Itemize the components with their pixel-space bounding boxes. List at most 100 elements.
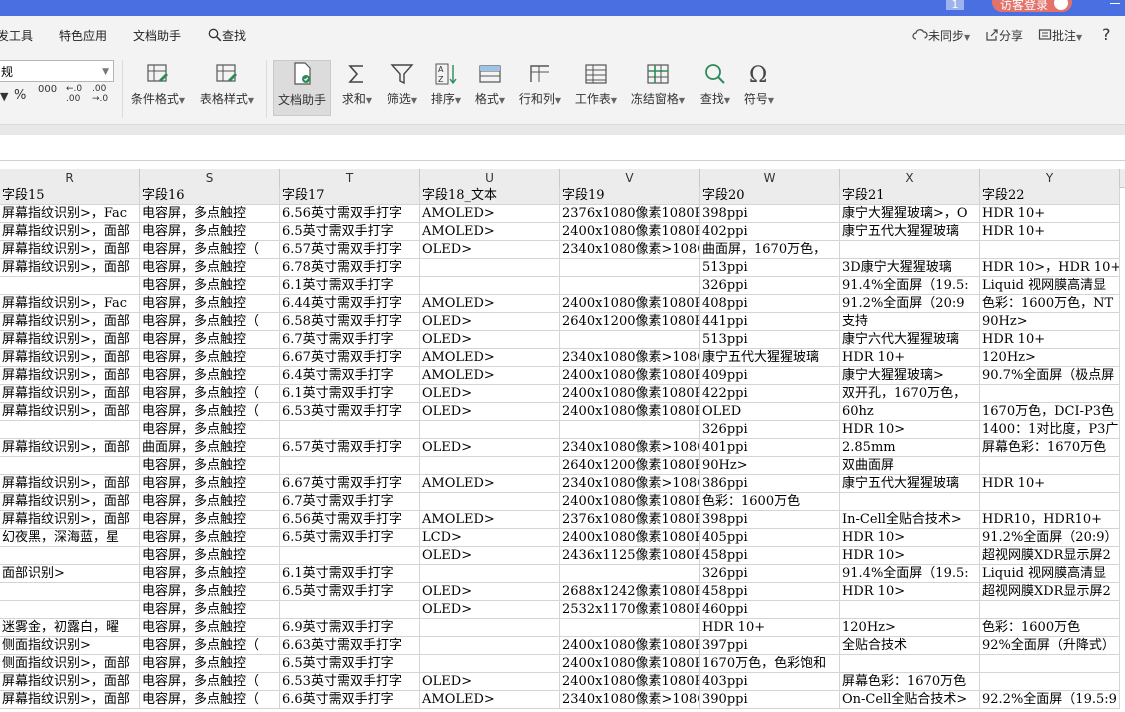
table-cell[interactable]: 侧面指纹识别>: [0, 637, 140, 655]
table-cell[interactable]: 6.58英寸需双手打字: [280, 313, 420, 331]
table-cell[interactable]: 屏幕指纹识别>，面部: [0, 223, 140, 241]
table-cell[interactable]: [280, 421, 420, 439]
table-cell[interactable]: [420, 619, 560, 637]
table-cell[interactable]: 色彩：1600万色，NT: [980, 295, 1120, 313]
table-cell[interactable]: HDR 10+: [980, 475, 1120, 493]
table-cell[interactable]: HDR 10>: [840, 583, 980, 601]
table-cell[interactable]: 电容屏，多点触控: [140, 205, 280, 223]
table-cell[interactable]: HDR 10>: [840, 421, 980, 439]
table-cell[interactable]: [280, 601, 420, 619]
table-cell[interactable]: 屏幕指纹识别>，面部: [0, 367, 140, 385]
table-cell[interactable]: 458ppi: [700, 583, 840, 601]
table-cell[interactable]: 电容屏，多点触控: [140, 493, 280, 511]
table-cell[interactable]: OLED>: [420, 403, 560, 421]
table-cell[interactable]: 电容屏，多点触控: [140, 367, 280, 385]
table-cell[interactable]: 90Hz>: [980, 313, 1120, 331]
table-cell[interactable]: 6.78英寸需双手打字: [280, 259, 420, 277]
table-cell[interactable]: 屏幕色彩：1670万色: [980, 439, 1120, 457]
table-cell[interactable]: [840, 493, 980, 511]
table-cell[interactable]: HDR 10+: [980, 205, 1120, 223]
table-cell[interactable]: 电容屏，多点触控: [140, 349, 280, 367]
table-cell[interactable]: 1400：1对比度，P3广: [980, 421, 1120, 439]
table-cell[interactable]: AMOLED>: [420, 511, 560, 529]
symbol-button[interactable]: Ω 符号▼: [740, 62, 778, 114]
table-cell[interactable]: 电容屏，多点触控: [140, 511, 280, 529]
table-cell[interactable]: 2400x1080像素1080P: [560, 637, 700, 655]
number-format-select[interactable]: 规 ▼: [0, 60, 114, 82]
table-cell[interactable]: 电容屏，多点触控（: [140, 637, 280, 655]
sum-button[interactable]: 求和▼: [339, 62, 375, 114]
column-header-R[interactable]: R: [0, 169, 140, 187]
table-cell[interactable]: 91.4%全面屏（19.5:: [840, 565, 980, 583]
table-cell[interactable]: 电容屏，多点触控: [140, 583, 280, 601]
table-cell[interactable]: 双开孔，1670万色，: [840, 385, 980, 403]
table-cell[interactable]: OLED>: [420, 439, 560, 457]
table-cell[interactable]: 2532x1170像素1080P: [560, 601, 700, 619]
formula-bar[interactable]: [0, 135, 1125, 161]
table-cell[interactable]: 6.53英寸需双手打字: [280, 673, 420, 691]
table-cell[interactable]: [560, 259, 700, 277]
column-header-T[interactable]: T: [280, 169, 420, 187]
menu-special-apps[interactable]: 特色应用: [59, 27, 107, 44]
table-cell[interactable]: [0, 583, 140, 601]
table-cell[interactable]: 513ppi: [700, 331, 840, 349]
menu-doc-assistant[interactable]: 文档助手: [133, 27, 181, 44]
table-cell[interactable]: 屏幕指纹识别>，面部: [0, 313, 140, 331]
table-cell[interactable]: 色彩：1600万色: [700, 493, 840, 511]
table-cell[interactable]: 2400x1080像素1080P: [560, 673, 700, 691]
table-cell[interactable]: On-Cell全贴合技术>: [840, 691, 980, 709]
table-cell[interactable]: 390ppi: [700, 691, 840, 709]
table-cell[interactable]: 408ppi: [700, 295, 840, 313]
table-cell[interactable]: OLED>: [420, 547, 560, 565]
table-cell[interactable]: 401ppi: [700, 439, 840, 457]
table-cell[interactable]: OLED>: [420, 385, 560, 403]
column-header-X[interactable]: X: [840, 169, 980, 187]
table-cell[interactable]: 6.67英寸需双手打字: [280, 475, 420, 493]
table-cell[interactable]: 2400x1080像素1080P: [560, 295, 700, 313]
table-cell[interactable]: 屏幕指纹识别>，面部: [0, 439, 140, 457]
table-cell[interactable]: 6.5英寸需双手打字: [280, 583, 420, 601]
table-cell[interactable]: OLED>: [420, 313, 560, 331]
table-cell[interactable]: 6.5英寸需双手打字: [280, 223, 420, 241]
table-cell[interactable]: [840, 241, 980, 259]
table-cell[interactable]: 曲面屏，多点触控: [140, 439, 280, 457]
table-cell[interactable]: 441ppi: [700, 313, 840, 331]
table-cell[interactable]: 90Hz>: [700, 457, 840, 475]
column-header-U[interactable]: U: [420, 169, 560, 187]
table-cell[interactable]: 326ppi: [700, 565, 840, 583]
table-cell[interactable]: 2400x1080像素1080P: [560, 367, 700, 385]
table-cell[interactable]: 91.2%全面屏（20:9: [840, 295, 980, 313]
table-cell[interactable]: 支持: [840, 313, 980, 331]
table-cell[interactable]: 面部识别>: [0, 565, 140, 583]
table-cell[interactable]: [280, 457, 420, 475]
table-cell[interactable]: OLED>: [420, 601, 560, 619]
table-cell[interactable]: 2436x1125像素1080P: [560, 547, 700, 565]
table-cell[interactable]: HDR 10+: [700, 619, 840, 637]
table-cell[interactable]: HDR 10+: [840, 349, 980, 367]
table-cell[interactable]: LCD>: [420, 529, 560, 547]
sort-button[interactable]: AZ 排序▼: [428, 62, 464, 114]
header-cell[interactable]: 字段22: [980, 187, 1120, 205]
table-cell[interactable]: 6.53英寸需双手打字: [280, 403, 420, 421]
rows-columns-button[interactable]: 行和列▼: [516, 62, 564, 114]
percent-format-button[interactable]: %: [14, 88, 26, 103]
table-cell[interactable]: HDR 10+: [980, 331, 1120, 349]
table-cell[interactable]: 康宁五代大猩猩玻璃: [840, 223, 980, 241]
table-cell[interactable]: 屏幕指纹识别>，面部: [0, 475, 140, 493]
table-cell[interactable]: OLED>: [420, 331, 560, 349]
table-cell[interactable]: 电容屏，多点触控（: [140, 241, 280, 259]
table-cell[interactable]: 6.57英寸需双手打字: [280, 241, 420, 259]
guest-login-button[interactable]: 访客登录: [992, 0, 1072, 12]
table-cell[interactable]: 1670万色，色彩饱和: [700, 655, 840, 673]
table-cell[interactable]: Liquid 视网膜高清显: [980, 565, 1120, 583]
table-cell[interactable]: 电容屏，多点触控: [140, 601, 280, 619]
table-cell[interactable]: 2376x1080像素1080P: [560, 511, 700, 529]
table-cell[interactable]: 409ppi: [700, 367, 840, 385]
table-cell[interactable]: 326ppi: [700, 277, 840, 295]
table-cell[interactable]: 康宁大猩猩玻璃>: [840, 367, 980, 385]
table-cell[interactable]: [980, 457, 1120, 475]
table-cell[interactable]: [980, 655, 1120, 673]
table-cell[interactable]: [560, 277, 700, 295]
table-cell[interactable]: AMOLED>: [420, 349, 560, 367]
table-cell[interactable]: [840, 655, 980, 673]
